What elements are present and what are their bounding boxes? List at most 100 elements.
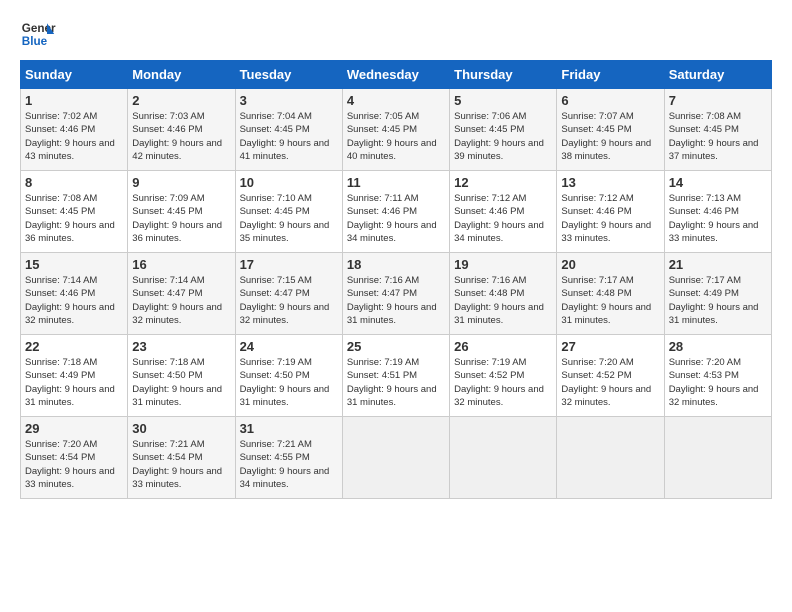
day-number: 28 xyxy=(669,339,767,354)
day-info: Sunrise: 7:21 AMSunset: 4:54 PMDaylight:… xyxy=(132,438,230,491)
calendar-cell xyxy=(450,417,557,499)
header: General Blue xyxy=(20,16,772,52)
calendar-cell: 14 Sunrise: 7:13 AMSunset: 4:46 PMDayligh… xyxy=(664,171,771,253)
calendar-cell: 3 Sunrise: 7:04 AMSunset: 4:45 PMDaylight… xyxy=(235,89,342,171)
calendar-cell: 28 Sunrise: 7:20 AMSunset: 4:53 PMDayligh… xyxy=(664,335,771,417)
calendar-cell: 13 Sunrise: 7:12 AMSunset: 4:46 PMDayligh… xyxy=(557,171,664,253)
day-number: 10 xyxy=(240,175,338,190)
day-info: Sunrise: 7:04 AMSunset: 4:45 PMDaylight:… xyxy=(240,110,338,163)
day-info: Sunrise: 7:17 AMSunset: 4:48 PMDaylight:… xyxy=(561,274,659,327)
day-info: Sunrise: 7:13 AMSunset: 4:46 PMDaylight:… xyxy=(669,192,767,245)
day-number: 16 xyxy=(132,257,230,272)
calendar-cell: 23 Sunrise: 7:18 AMSunset: 4:50 PMDayligh… xyxy=(128,335,235,417)
day-number: 2 xyxy=(132,93,230,108)
calendar-cell: 12 Sunrise: 7:12 AMSunset: 4:46 PMDayligh… xyxy=(450,171,557,253)
week-row-5: 29 Sunrise: 7:20 AMSunset: 4:54 PMDayligh… xyxy=(21,417,772,499)
day-info: Sunrise: 7:08 AMSunset: 4:45 PMDaylight:… xyxy=(669,110,767,163)
day-number: 31 xyxy=(240,421,338,436)
header-row: SundayMondayTuesdayWednesdayThursdayFrid… xyxy=(21,61,772,89)
day-info: Sunrise: 7:10 AMSunset: 4:45 PMDaylight:… xyxy=(240,192,338,245)
day-number: 8 xyxy=(25,175,123,190)
day-info: Sunrise: 7:09 AMSunset: 4:45 PMDaylight:… xyxy=(132,192,230,245)
day-header-monday: Monday xyxy=(128,61,235,89)
day-number: 4 xyxy=(347,93,445,108)
calendar-cell xyxy=(557,417,664,499)
day-number: 11 xyxy=(347,175,445,190)
day-info: Sunrise: 7:16 AMSunset: 4:47 PMDaylight:… xyxy=(347,274,445,327)
week-row-1: 1Sunrise: 7:02 AMSunset: 4:46 PMDaylight… xyxy=(21,89,772,171)
day-info: Sunrise: 7:03 AMSunset: 4:46 PMDaylight:… xyxy=(132,110,230,163)
day-number: 21 xyxy=(669,257,767,272)
day-info: Sunrise: 7:14 AMSunset: 4:46 PMDaylight:… xyxy=(25,274,123,327)
day-number: 6 xyxy=(561,93,659,108)
day-number: 5 xyxy=(454,93,552,108)
logo: General Blue xyxy=(20,16,56,52)
calendar-cell: 9 Sunrise: 7:09 AMSunset: 4:45 PMDaylight… xyxy=(128,171,235,253)
day-info: Sunrise: 7:05 AMSunset: 4:45 PMDaylight:… xyxy=(347,110,445,163)
week-row-2: 8 Sunrise: 7:08 AMSunset: 4:45 PMDaylight… xyxy=(21,171,772,253)
calendar-cell: 7 Sunrise: 7:08 AMSunset: 4:45 PMDaylight… xyxy=(664,89,771,171)
day-info: Sunrise: 7:06 AMSunset: 4:45 PMDaylight:… xyxy=(454,110,552,163)
day-header-thursday: Thursday xyxy=(450,61,557,89)
day-info: Sunrise: 7:20 AMSunset: 4:52 PMDaylight:… xyxy=(561,356,659,409)
calendar-cell: 15 Sunrise: 7:14 AMSunset: 4:46 PMDayligh… xyxy=(21,253,128,335)
day-number: 23 xyxy=(132,339,230,354)
day-info: Sunrise: 7:08 AMSunset: 4:45 PMDaylight:… xyxy=(25,192,123,245)
day-number: 7 xyxy=(669,93,767,108)
day-number: 19 xyxy=(454,257,552,272)
calendar-cell: 17 Sunrise: 7:15 AMSunset: 4:47 PMDayligh… xyxy=(235,253,342,335)
day-info: Sunrise: 7:15 AMSunset: 4:47 PMDaylight:… xyxy=(240,274,338,327)
calendar-cell: 26Sunrise: 7:19 AMSunset: 4:52 PMDayligh… xyxy=(450,335,557,417)
calendar-cell: 1Sunrise: 7:02 AMSunset: 4:46 PMDaylight… xyxy=(21,89,128,171)
day-number: 22 xyxy=(25,339,123,354)
calendar-cell: 19 Sunrise: 7:16 AMSunset: 4:48 PMDayligh… xyxy=(450,253,557,335)
calendar-cell: 24 Sunrise: 7:19 AMSunset: 4:50 PMDayligh… xyxy=(235,335,342,417)
day-info: Sunrise: 7:17 AMSunset: 4:49 PMDaylight:… xyxy=(669,274,767,327)
calendar-table: SundayMondayTuesdayWednesdayThursdayFrid… xyxy=(20,60,772,499)
day-info: Sunrise: 7:02 AMSunset: 4:46 PMDaylight:… xyxy=(25,110,123,163)
day-number: 9 xyxy=(132,175,230,190)
calendar-cell: 20Sunrise: 7:17 AMSunset: 4:48 PMDayligh… xyxy=(557,253,664,335)
day-info: Sunrise: 7:19 AMSunset: 4:51 PMDaylight:… xyxy=(347,356,445,409)
day-info: Sunrise: 7:18 AMSunset: 4:50 PMDaylight:… xyxy=(132,356,230,409)
day-header-wednesday: Wednesday xyxy=(342,61,449,89)
calendar-cell: 25 Sunrise: 7:19 AMSunset: 4:51 PMDayligh… xyxy=(342,335,449,417)
day-number: 27 xyxy=(561,339,659,354)
calendar-cell: 16 Sunrise: 7:14 AMSunset: 4:47 PMDayligh… xyxy=(128,253,235,335)
day-number: 30 xyxy=(132,421,230,436)
week-row-3: 15 Sunrise: 7:14 AMSunset: 4:46 PMDayligh… xyxy=(21,253,772,335)
calendar-cell: 18Sunrise: 7:16 AMSunset: 4:47 PMDayligh… xyxy=(342,253,449,335)
day-info: Sunrise: 7:19 AMSunset: 4:50 PMDaylight:… xyxy=(240,356,338,409)
calendar-cell: 4 Sunrise: 7:05 AMSunset: 4:45 PMDaylight… xyxy=(342,89,449,171)
calendar-cell xyxy=(342,417,449,499)
calendar-cell: 11Sunrise: 7:11 AMSunset: 4:46 PMDayligh… xyxy=(342,171,449,253)
day-number: 17 xyxy=(240,257,338,272)
calendar-cell: 10 Sunrise: 7:10 AMSunset: 4:45 PMDayligh… xyxy=(235,171,342,253)
day-info: Sunrise: 7:12 AMSunset: 4:46 PMDaylight:… xyxy=(561,192,659,245)
day-info: Sunrise: 7:21 AMSunset: 4:55 PMDaylight:… xyxy=(240,438,338,491)
logo-icon: General Blue xyxy=(20,16,56,52)
day-info: Sunrise: 7:20 AMSunset: 4:54 PMDaylight:… xyxy=(25,438,123,491)
calendar-cell: 30 Sunrise: 7:21 AMSunset: 4:54 PMDayligh… xyxy=(128,417,235,499)
day-number: 24 xyxy=(240,339,338,354)
day-number: 13 xyxy=(561,175,659,190)
day-number: 3 xyxy=(240,93,338,108)
svg-text:Blue: Blue xyxy=(22,35,48,48)
day-number: 12 xyxy=(454,175,552,190)
calendar-cell: 22Sunrise: 7:18 AMSunset: 4:49 PMDayligh… xyxy=(21,335,128,417)
day-number: 15 xyxy=(25,257,123,272)
day-info: Sunrise: 7:20 AMSunset: 4:53 PMDaylight:… xyxy=(669,356,767,409)
day-number: 25 xyxy=(347,339,445,354)
day-number: 14 xyxy=(669,175,767,190)
day-info: Sunrise: 7:19 AMSunset: 4:52 PMDaylight:… xyxy=(454,356,552,409)
calendar-cell: 2 Sunrise: 7:03 AMSunset: 4:46 PMDaylight… xyxy=(128,89,235,171)
day-header-saturday: Saturday xyxy=(664,61,771,89)
calendar-cell: 6Sunrise: 7:07 AMSunset: 4:45 PMDaylight… xyxy=(557,89,664,171)
day-number: 29 xyxy=(25,421,123,436)
day-header-friday: Friday xyxy=(557,61,664,89)
day-info: Sunrise: 7:12 AMSunset: 4:46 PMDaylight:… xyxy=(454,192,552,245)
calendar-cell: 29 Sunrise: 7:20 AMSunset: 4:54 PMDayligh… xyxy=(21,417,128,499)
week-row-4: 22Sunrise: 7:18 AMSunset: 4:49 PMDayligh… xyxy=(21,335,772,417)
day-info: Sunrise: 7:14 AMSunset: 4:47 PMDaylight:… xyxy=(132,274,230,327)
day-info: Sunrise: 7:16 AMSunset: 4:48 PMDaylight:… xyxy=(454,274,552,327)
